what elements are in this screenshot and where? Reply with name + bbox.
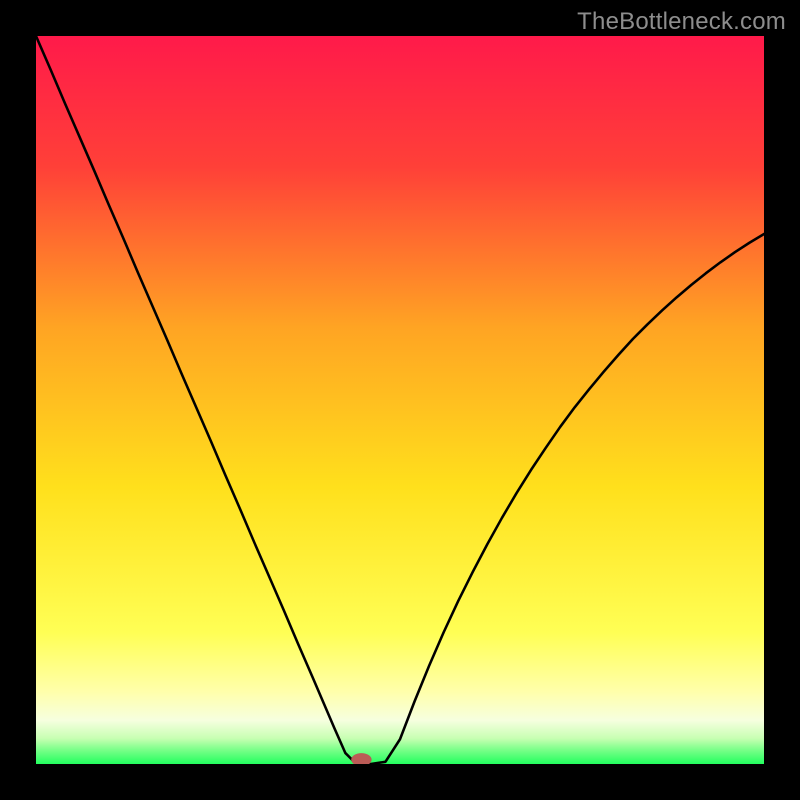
bottleneck-chart [36,36,764,764]
attribution-text: TheBottleneck.com [577,8,786,36]
gradient-background [36,36,764,764]
chart-frame: TheBottleneck.com [0,0,800,800]
